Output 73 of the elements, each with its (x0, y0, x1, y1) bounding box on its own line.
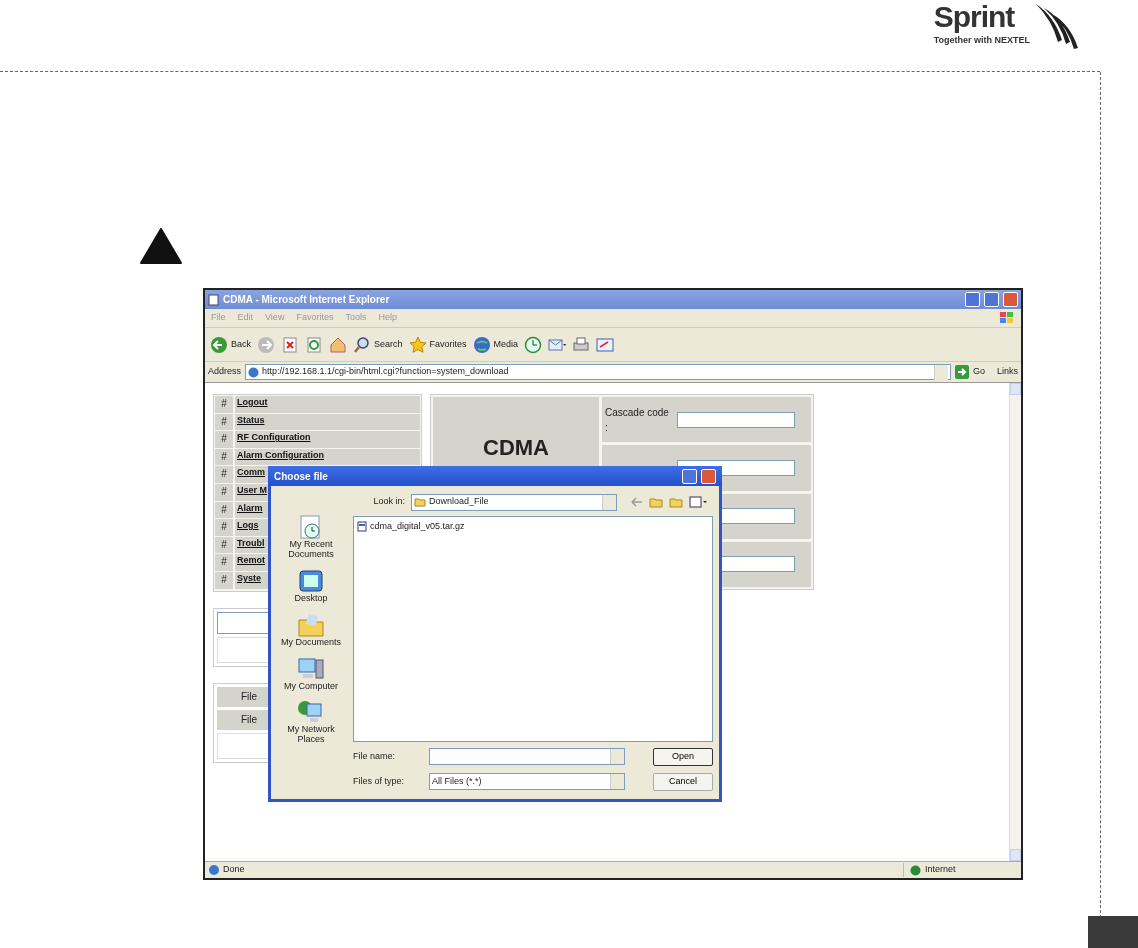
look-in-dropdown[interactable]: Download_File (411, 493, 617, 511)
open-button[interactable]: Open (653, 747, 713, 766)
links-label[interactable]: Links (997, 365, 1018, 379)
row-marker: # (215, 448, 233, 466)
stop-icon[interactable] (281, 335, 299, 354)
row-marker: # (215, 413, 233, 431)
help-button[interactable] (682, 468, 697, 484)
page-icon (208, 293, 219, 306)
edit-icon[interactable] (596, 335, 615, 354)
logo-wordmark: Sprint (933, 0, 1015, 33)
globe-button[interactable]: Media (472, 335, 519, 354)
computer-icon (297, 655, 325, 682)
page-icon (208, 864, 220, 876)
row-marker: # (215, 571, 233, 589)
cancel-button[interactable]: Cancel (653, 772, 713, 791)
nav-link[interactable]: Status (235, 413, 420, 431)
globe-icon (472, 335, 491, 354)
warning-icon (140, 228, 182, 264)
windows-logo-icon (999, 311, 1015, 325)
minimize-button[interactable] (965, 292, 980, 307)
window-title: CDMA - Microsoft Internet Explorer (223, 293, 390, 307)
file-name-label: File name: (353, 749, 397, 763)
dialog-title: Choose file (274, 469, 328, 484)
place-label: My Documents (281, 637, 341, 648)
printer-icon[interactable] (572, 335, 591, 354)
place-label: My Recent Documents (287, 540, 335, 560)
row-marker: # (215, 483, 233, 501)
scrollbar[interactable] (1009, 383, 1021, 861)
zone-text: Internet (925, 863, 956, 877)
back-arrow-icon[interactable] (631, 497, 643, 507)
logo-tagline: Together with NEXTEL (933, 34, 1030, 47)
refresh-icon[interactable] (305, 335, 323, 354)
nav-link[interactable]: Alarm Configuration (235, 448, 420, 466)
desktop-icon (297, 567, 325, 594)
globe-icon (910, 864, 921, 876)
status-text: Done (223, 863, 245, 877)
row-marker: # (215, 501, 233, 519)
star-icon (408, 335, 427, 354)
search-icon (353, 335, 371, 354)
close-button[interactable] (701, 468, 716, 484)
place-label: Desktop (294, 593, 328, 604)
restore-button[interactable] (984, 292, 999, 307)
row-marker: # (215, 536, 233, 554)
search-button[interactable]: Search (353, 335, 403, 354)
home-icon[interactable] (329, 335, 347, 354)
back-button[interactable]: Back (210, 335, 251, 354)
nav-link[interactable]: Logout (235, 396, 420, 413)
file-name-field[interactable] (429, 748, 625, 765)
input-field[interactable] (677, 411, 795, 428)
back-icon (210, 335, 228, 354)
clock-icon[interactable] (524, 335, 543, 354)
row-marker: # (215, 466, 233, 483)
folder-icon (297, 611, 325, 638)
address-label: Address (208, 365, 242, 379)
star-button[interactable]: Favorites (408, 335, 467, 354)
field-label: Cascade code : (605, 405, 670, 435)
nav-link[interactable]: RF Configuration (235, 431, 420, 448)
row-marker: # (215, 554, 233, 571)
page-icon (248, 366, 260, 378)
file-type-dropdown[interactable]: All Files (*.*) (429, 773, 625, 790)
look-in-label: Look in: (372, 495, 405, 509)
file-type-label: Files of type: (353, 774, 406, 788)
new-folder-icon[interactable] (669, 496, 683, 508)
row-marker: # (215, 431, 233, 448)
row-marker: # (215, 396, 233, 413)
address-field[interactable]: http://192.168.1.1/cgi-bin/html.cgi?function=system_download (245, 364, 951, 380)
up-folder-icon[interactable] (649, 496, 663, 508)
go-button[interactable]: Go (954, 365, 985, 379)
view-menu-icon[interactable] (689, 496, 707, 508)
close-button[interactable] (1003, 292, 1018, 307)
document-icon (357, 521, 367, 533)
row-marker: # (215, 519, 233, 536)
folder-icon (414, 497, 426, 507)
